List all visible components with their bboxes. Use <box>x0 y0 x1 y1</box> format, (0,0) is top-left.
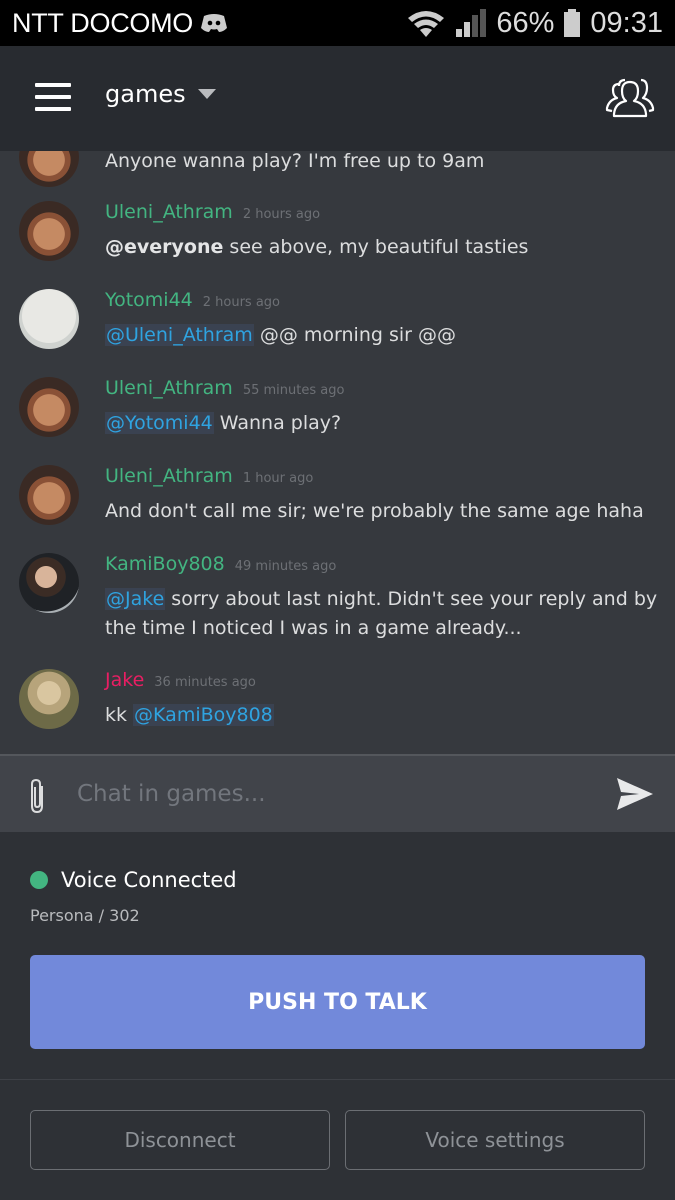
battery-icon <box>564 9 581 37</box>
message-composer <box>0 754 675 832</box>
message-text: @Uleni_Athram @@ morning sir @@ <box>105 324 457 346</box>
send-icon[interactable] <box>617 778 653 810</box>
paperclip-icon[interactable] <box>26 778 50 814</box>
message-timestamp: 2 hours ago <box>242 207 321 222</box>
carrier-name: NTT DOCOMO <box>12 7 193 38</box>
caret-down-icon <box>197 89 216 99</box>
message-text: Anyone wanna play? I'm free up to 9am <box>105 151 485 172</box>
chat-input[interactable] <box>77 774 597 814</box>
voice-settings-button[interactable]: Voice settings <box>345 1110 645 1170</box>
signal-icon <box>456 9 487 37</box>
avatar[interactable] <box>19 377 79 437</box>
members-icon[interactable] <box>605 78 655 118</box>
everyone-mention: @everyone <box>105 236 224 258</box>
message-timestamp: 49 minutes ago <box>234 559 337 574</box>
avatar[interactable] <box>19 201 79 261</box>
message-author[interactable]: Uleni_Athram 55 minutes ago <box>105 377 344 399</box>
message-author[interactable]: Uleni_Athram 1 hour ago <box>105 465 313 487</box>
message-list[interactable]: Anyone wanna play? I'm free up to 9am Ul… <box>0 151 675 754</box>
voice-status: Voice Connected <box>30 868 237 892</box>
message-text: @everyone see above, my beautiful tastie… <box>105 236 529 258</box>
battery-percent: 66% <box>496 6 555 39</box>
message-text: And don't call me sir; we're probably th… <box>105 500 644 522</box>
avatar[interactable] <box>19 151 79 187</box>
message-author[interactable]: Yotomi44 2 hours ago <box>105 289 280 311</box>
voice-channel-name: Persona / 302 <box>30 906 140 925</box>
avatar[interactable] <box>19 553 79 613</box>
clock: 09:31 <box>590 6 663 39</box>
message-timestamp: 36 minutes ago <box>154 675 256 690</box>
message-author[interactable]: Jake 36 minutes ago <box>105 669 256 691</box>
connected-indicator-icon <box>30 871 48 889</box>
hamburger-icon[interactable] <box>35 83 71 111</box>
channel-selector[interactable]: games <box>105 80 216 108</box>
avatar[interactable] <box>19 669 79 729</box>
message-author[interactable]: Uleni_Athram 2 hours ago <box>105 201 320 223</box>
message-text: kk @KamiBoy808 <box>105 704 274 726</box>
voice-panel: Voice Connected Persona / 302 PUSH TO TA… <box>0 832 675 1200</box>
disconnect-button[interactable]: Disconnect <box>30 1110 330 1170</box>
status-bar: NTT DOCOMO 66% 09:31 <box>0 0 675 46</box>
channel-name: games <box>105 80 186 108</box>
message-timestamp: 55 minutes ago <box>242 383 345 398</box>
avatar[interactable] <box>19 289 79 349</box>
message-text: @Yotomi44 Wanna play? <box>105 412 342 434</box>
push-to-talk-button[interactable]: PUSH TO TALK <box>30 955 645 1049</box>
user-mention[interactable]: @Yotomi44 <box>105 412 214 434</box>
user-mention[interactable]: @KamiBoy808 <box>133 704 274 726</box>
channel-header: games <box>0 46 675 151</box>
avatar[interactable] <box>19 465 79 525</box>
message-text: @Jake sorry about last night. Didn't see… <box>105 588 658 639</box>
message-author[interactable]: KamiBoy808 49 minutes ago <box>105 553 336 575</box>
divider <box>0 1079 675 1080</box>
wifi-icon <box>408 11 445 37</box>
message-timestamp: 2 hours ago <box>202 295 281 310</box>
user-mention[interactable]: @Uleni_Athram <box>105 324 254 346</box>
discord-icon <box>201 14 227 32</box>
user-mention[interactable]: @Jake <box>105 588 166 610</box>
message-timestamp: 1 hour ago <box>242 471 314 486</box>
